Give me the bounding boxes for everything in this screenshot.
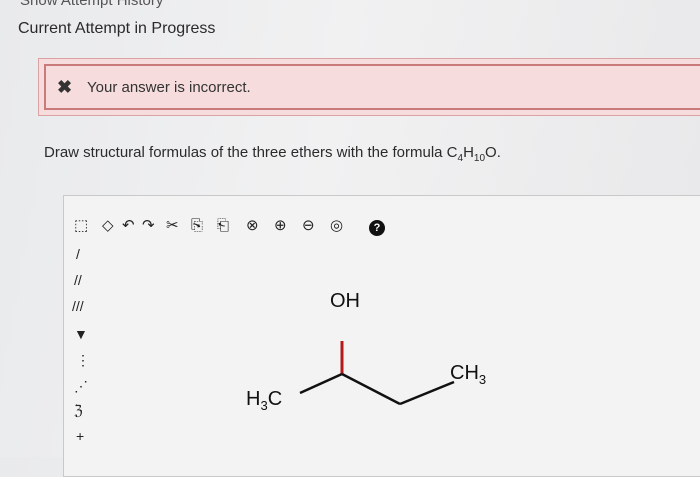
right-ch: CH [450,362,479,384]
center-bond [341,372,401,406]
right-bond [399,380,455,406]
question-text: Draw structural formulas of the three et… [44,144,501,164]
question-suffix: O. [485,144,501,161]
page-title: Current Attempt in Progress [18,20,216,37]
molecule-canvas[interactable] [64,196,700,476]
x-icon: ✖ [57,77,73,97]
right-methyl-label: CH3 [450,362,486,387]
question-prefix: Draw structural formulas of the three et… [44,144,458,161]
left-bond [299,372,343,395]
left-methyl-label: H3C [246,388,282,413]
formula-subscript-h: 10 [473,153,486,164]
right-subscript: 3 [478,372,487,387]
hydroxyl-label: OH [330,290,360,312]
feedback-message: Your answer is incorrect. [87,79,251,96]
feedback-alert: ✖ Your answer is incorrect. [38,58,700,116]
left-h: H [246,388,261,410]
left-c: C [267,388,283,410]
attempt-history-link[interactable]: Show Attempt History [20,0,163,9]
structure-sketcher[interactable]: ⬚ ◇ ↶ ↷ ✂ ⎘ ⎗ ⊗ ⊕ ⊖ ◎ ? / // /// ▼ ⋮ ⋰ ℨ… [63,195,700,477]
formula-h: H [463,144,474,161]
left-subscript: 3 [260,398,268,413]
